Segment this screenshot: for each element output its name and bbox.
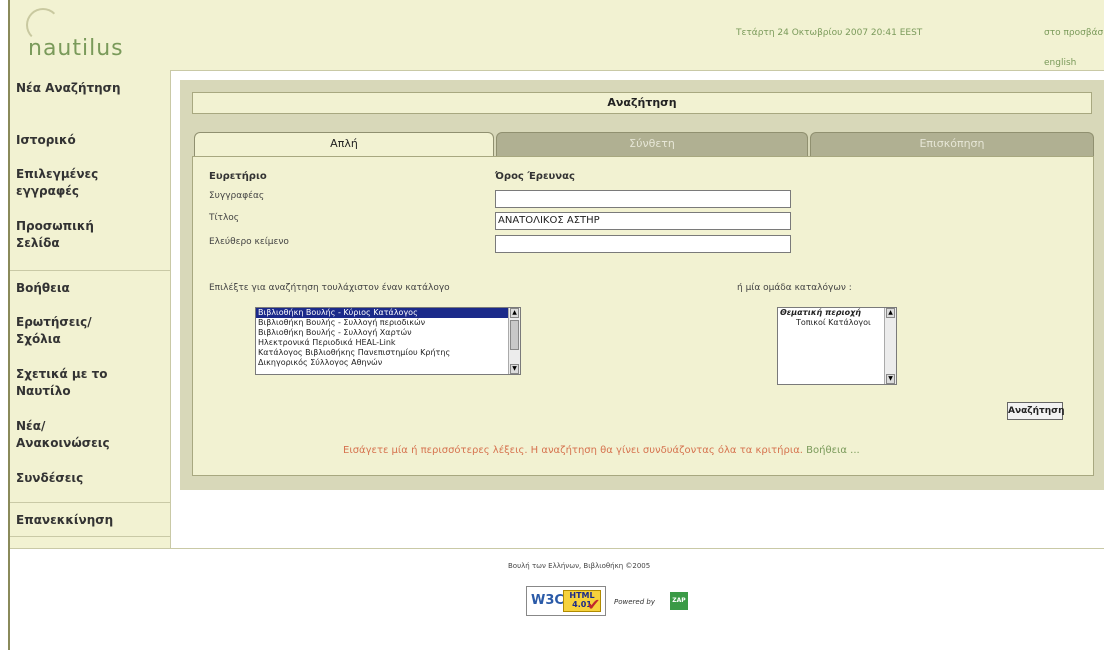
logo-text: nautilus (28, 36, 124, 61)
catalog-prompt: Επιλέξτε για αναζήτηση τουλάχιστον έναν … (209, 283, 450, 293)
sidebar-item-selected-records[interactable]: Επιλεγμένες εγγραφές (10, 166, 170, 200)
catalog-group-listbox[interactable]: Θεματική περιοχή Τοπικοί Κατάλογοι ▲ ▼ (777, 307, 897, 385)
author-field[interactable] (495, 190, 791, 208)
header: nautilus Τετάρτη 24 Οκτωβρίου 2007 20:41… (10, 0, 1104, 71)
logo[interactable]: nautilus (20, 6, 160, 66)
group-scrollbar[interactable]: ▲ ▼ (884, 308, 896, 384)
sidebar-item-label: Ερωτήσεις/ Σχόλια (16, 315, 92, 346)
search-panel: Ευρετήριο Όρος Έρευνας Συγγραφέας Τίτλος… (192, 156, 1094, 476)
sidebar-item-label: Σχετικά με το Ναυτίλο (16, 367, 108, 398)
catalog-listbox[interactable]: Βιβλιοθήκη Βουλής - Κύριος Κατάλογος Βιβ… (255, 307, 521, 375)
sidebar-item-new-search[interactable]: Νέα Αναζήτηση (10, 80, 170, 97)
list-item[interactable]: Δικηγορικός Σύλλογος Αθηνών (256, 358, 520, 368)
free-text-label: Ελεύθερο κείμενο (209, 237, 289, 247)
sidebar-item-label: Ιστορικό (16, 133, 76, 147)
w3c-logo: W3C (531, 593, 564, 608)
help-link[interactable]: Βοήθεια ... (806, 445, 860, 456)
sidebar-item-label: Βοήθεια (16, 281, 70, 295)
title-label: Τίτλος (209, 213, 240, 223)
group-prompt: ή μία ομάδα καταλόγων : (737, 283, 852, 293)
zap-logo[interactable]: ZAP (670, 592, 688, 610)
sidebar-divider (10, 270, 170, 271)
sidebar-item-links[interactable]: Συνδέσεις (10, 470, 170, 487)
english-link[interactable]: english (1044, 48, 1104, 78)
sidebar-item-label: Επανεκκίνηση (16, 513, 114, 527)
footer-divider (10, 548, 1104, 549)
w3c-html-badge[interactable]: W3C HTML 4.01 ✔ (526, 586, 606, 616)
sidebar-item-questions[interactable]: Ερωτήσεις/ Σχόλια (10, 314, 170, 348)
list-item[interactable]: Βιβλιοθήκη Βουλής - Συλλογή περιοδικών (256, 318, 520, 328)
sidebar-item-history[interactable]: Ιστορικό (10, 132, 170, 149)
sidebar-item-personal-page[interactable]: Προσωπική Σελίδα (10, 218, 170, 252)
sidebar-item-label: Επιλεγμένες εγγραφές (16, 167, 99, 198)
accessible-link[interactable]: στο προσβάσιμο (1044, 18, 1104, 48)
sidebar: Νέα Αναζήτηση Ιστορικό Επιλεγμένες εγγρα… (10, 70, 171, 548)
powered-by-text: Powered by (614, 598, 655, 606)
catalog-scrollbar[interactable]: ▲ ▼ (508, 308, 520, 374)
scroll-up-icon[interactable]: ▲ (886, 308, 895, 318)
scroll-thumb[interactable] (510, 320, 519, 350)
header-datetime: Τετάρτη 24 Οκτωβρίου 2007 20:41 EEST (736, 28, 923, 38)
index-header: Ευρετήριο (209, 171, 267, 182)
scroll-up-icon[interactable]: ▲ (510, 308, 519, 318)
list-item[interactable]: Κατάλογος Βιβλιοθήκης Πανεπιστημίου Κρήτ… (256, 348, 520, 358)
list-item[interactable]: Βιβλιοθήκη Βουλής - Συλλογή Χαρτών (256, 328, 520, 338)
sidebar-divider (10, 502, 170, 503)
sidebar-item-label: Προσωπική Σελίδα (16, 219, 94, 250)
list-item[interactable]: Θεματική περιοχή (778, 308, 896, 318)
checkmark-icon: ✔ (587, 595, 601, 614)
main-content: Αναζήτηση Απλή Σύνθετη Επισκόπηση Ευρετή… (180, 80, 1104, 490)
tab-simple[interactable]: Απλή (194, 132, 494, 156)
scroll-down-icon[interactable]: ▼ (510, 364, 519, 374)
sidebar-item-help[interactable]: Βοήθεια (10, 280, 170, 297)
title-field[interactable]: ΑΝΑΤΟΛΙΚΟΣ ΑΣΤΗΡ (495, 212, 791, 230)
hint-text: Εισάγετε μία ή περισσότερες λέξεις. Η αν… (343, 445, 803, 456)
list-item[interactable]: Βιβλιοθήκη Βουλής - Κύριος Κατάλογος (256, 308, 520, 318)
tab-advanced[interactable]: Σύνθετη (496, 132, 808, 156)
term-header: Όρος Έρευνας (495, 171, 575, 182)
sidebar-item-label: Νέα Αναζήτηση (16, 81, 121, 95)
list-item[interactable]: Ηλεκτρονικά Περιοδικά HEAL-Link (256, 338, 520, 348)
copyright: Βουλή των Ελλήνων, Βιβλιοθήκη ©2005 (508, 562, 651, 570)
sidebar-item-news[interactable]: Νέα/ Ανακοινώσεις (10, 418, 170, 452)
search-hint: Εισάγετε μία ή περισσότερες λέξεις. Η αν… (343, 445, 860, 456)
tab-browse[interactable]: Επισκόπηση (810, 132, 1094, 156)
author-label: Συγγραφέας (209, 191, 265, 201)
top-links: στο προσβάσιμο english (1044, 18, 1104, 78)
search-button[interactable]: Αναζήτηση (1007, 402, 1065, 420)
scroll-down-icon[interactable]: ▼ (886, 374, 895, 384)
page-title: Αναζήτηση (192, 92, 1092, 114)
sidebar-item-label: Συνδέσεις (16, 471, 84, 485)
sidebar-divider (10, 536, 170, 537)
sidebar-item-label: Νέα/ Ανακοινώσεις (16, 419, 110, 450)
sidebar-item-restart[interactable]: Επανεκκίνηση (10, 512, 170, 529)
free-text-field[interactable] (495, 235, 791, 253)
list-item[interactable]: Τοπικοί Κατάλογοι (778, 318, 896, 328)
sidebar-item-about[interactable]: Σχετικά με το Ναυτίλο (10, 366, 170, 400)
